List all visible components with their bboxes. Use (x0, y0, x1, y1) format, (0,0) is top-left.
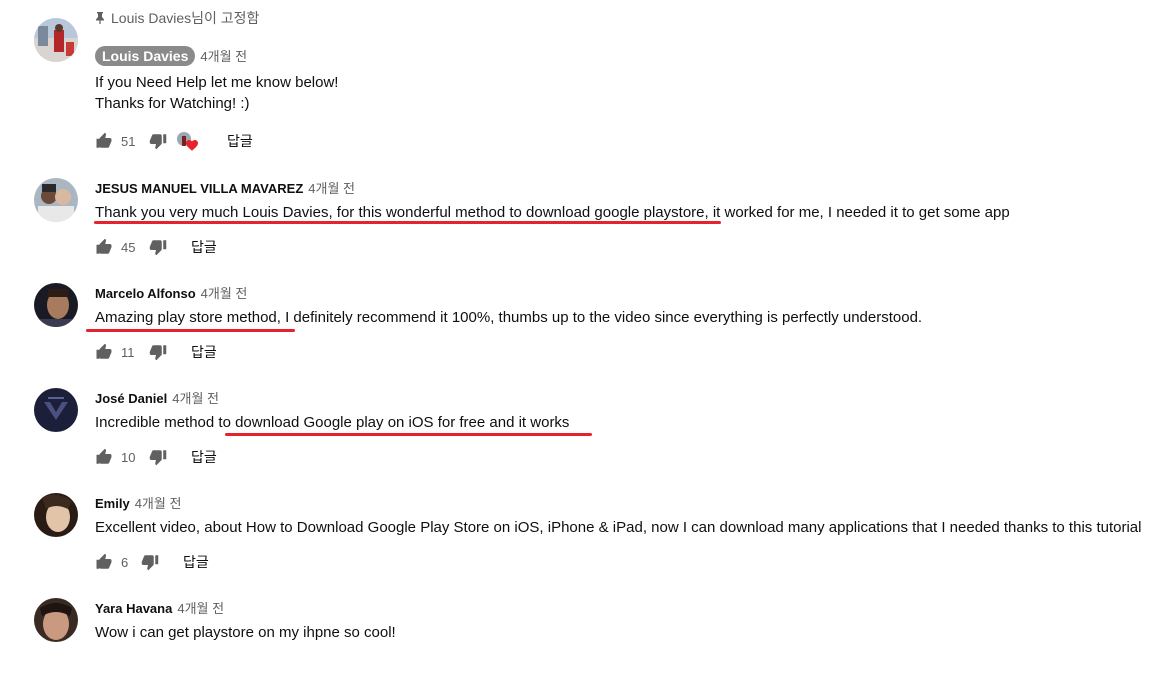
comment-body: Emily 4개월 전 Excellent video, about How t… (95, 493, 1173, 571)
comment-6: Yara Havana 4개월 전 Wow i can get playstor… (0, 598, 1173, 698)
thumbs-up-icon[interactable] (95, 553, 113, 571)
thumbs-up-icon[interactable] (95, 238, 113, 256)
pin-icon (96, 12, 104, 24)
comment-5: Emily 4개월 전 Excellent video, about How t… (0, 493, 1173, 593)
like-count: 51 (121, 133, 136, 149)
comment-time[interactable]: 4개월 전 (172, 388, 219, 407)
comment-time[interactable]: 4개월 전 (177, 598, 224, 617)
comment-line: If you Need Help let me know below! (95, 74, 339, 91)
avatar[interactable] (34, 283, 78, 327)
comment-body: JESUS MANUEL VILLA MAVAREZ 4개월 전 Thank y… (95, 178, 1173, 256)
heart-icon (186, 140, 198, 151)
reply-button[interactable]: 답글 (191, 237, 217, 257)
avatar[interactable] (34, 388, 78, 432)
comment-time[interactable]: 4개월 전 (200, 46, 247, 65)
comment-author[interactable]: José Daniel (95, 391, 167, 406)
thumbs-down-icon[interactable] (149, 448, 167, 466)
avatar[interactable] (34, 178, 78, 222)
avatar[interactable] (34, 493, 78, 537)
reply-button[interactable]: 답글 (183, 552, 209, 572)
comment-2: JESUS MANUEL VILLA MAVAREZ 4개월 전 Thank y… (0, 178, 1173, 278)
thumbs-up-icon[interactable] (95, 132, 113, 150)
red-underline (225, 433, 592, 436)
like-count: 10 (121, 449, 136, 465)
comment-text: Incredible method to download Google pla… (95, 414, 570, 431)
thumbs-up-icon[interactable] (95, 343, 113, 361)
like-count: 11 (121, 344, 135, 360)
avatar[interactable] (34, 598, 78, 642)
comment-text: Excellent video, about How to Download G… (95, 519, 1142, 536)
reply-button[interactable]: 답글 (191, 342, 217, 362)
comment-body: José Daniel 4개월 전 Incredible method to d… (95, 388, 1173, 466)
comment-author[interactable]: Marcelo Alfonso (95, 286, 196, 301)
comment-1: Louis Davies님이 고정함 Louis Davies 4개월 전 If… (0, 10, 1173, 151)
like-count: 45 (121, 239, 136, 255)
author-badge[interactable]: Louis Davies (95, 46, 196, 66)
pinned-label: Louis Davies님이 고정함 (95, 8, 259, 28)
comment-author[interactable]: Emily (95, 496, 130, 511)
comment-time[interactable]: 4개월 전 (308, 178, 355, 197)
comment-text: Wow i can get playstore on my ihpne so c… (95, 624, 396, 641)
reply-button[interactable]: 답글 (191, 447, 217, 467)
pinned-text: Louis Davies님이 고정함 (111, 10, 260, 26)
comment-body: Marcelo Alfonso 4개월 전 Amazing play store… (95, 283, 1173, 361)
comment-body: Louis Davies님이 고정함 Louis Davies 4개월 전 If… (95, 10, 1173, 151)
comment-4: José Daniel 4개월 전 Incredible method to d… (0, 388, 1173, 488)
comment-time[interactable]: 4개월 전 (135, 493, 182, 512)
red-underline (86, 329, 295, 332)
red-underline (94, 221, 721, 224)
thumbs-down-icon[interactable] (141, 553, 159, 571)
reply-button[interactable]: 답글 (227, 131, 253, 151)
comment-body: Yara Havana 4개월 전 Wow i can get playstor… (95, 598, 1173, 643)
comment-3: Marcelo Alfonso 4개월 전 Amazing play store… (0, 283, 1173, 383)
creator-heart (177, 132, 198, 151)
comment-text: If you Need Help let me know below! Than… (95, 72, 1173, 114)
comment-time[interactable]: 4개월 전 (201, 283, 248, 302)
comment-author[interactable]: Yara Havana (95, 601, 172, 616)
comment-line: Thanks for Watching! :) (95, 95, 250, 112)
thumbs-down-icon[interactable] (149, 132, 167, 150)
like-count: 6 (121, 554, 129, 570)
comment-text: Thank you very much Louis Davies, for th… (95, 204, 1010, 221)
thumbs-down-icon[interactable] (149, 238, 167, 256)
thumbs-down-icon[interactable] (149, 343, 167, 361)
comment-author[interactable]: JESUS MANUEL VILLA MAVAREZ (95, 181, 303, 196)
thumbs-up-icon[interactable] (95, 448, 113, 466)
comment-text: Amazing play store method, I definitely … (95, 309, 923, 326)
avatar[interactable] (34, 18, 78, 62)
